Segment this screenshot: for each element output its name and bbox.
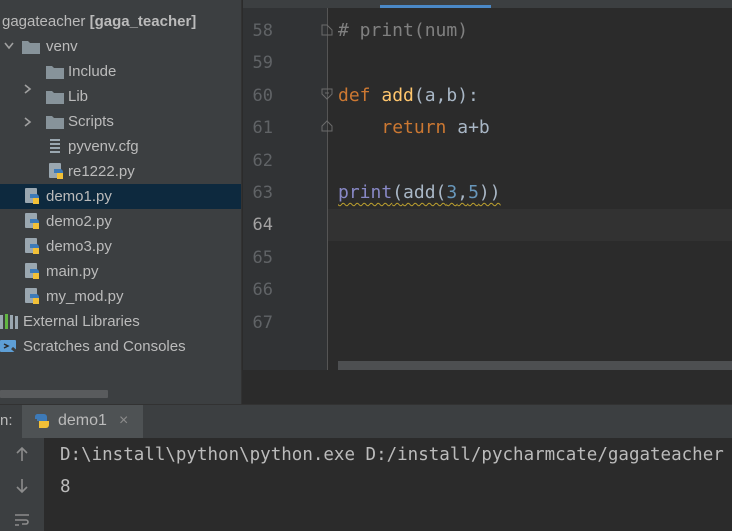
tree-item-label: demo3.py [46, 238, 112, 255]
tree-item-label: demo1.py [46, 188, 112, 205]
libraries-icon [0, 313, 18, 330]
line-number: 65 [252, 248, 273, 268]
code-line-58[interactable]: # print(num) [338, 15, 468, 47]
root-name: gagateacher [2, 13, 86, 30]
console-toolbar [0, 438, 44, 531]
chevron-down-icon[interactable] [4, 34, 14, 59]
current-line-highlight [328, 209, 732, 241]
line-number: 61 [252, 118, 273, 138]
call-token: add( [403, 182, 447, 203]
folder-icon [46, 88, 64, 105]
number-token: 3 [446, 182, 458, 203]
line-number: 63 [252, 183, 273, 203]
tree-item-label: Lib [68, 88, 89, 105]
run-console[interactable]: D:\install\python\python.exe D:/install/… [0, 438, 732, 531]
tree-item-label: demo2.py [46, 213, 112, 230]
line-number: 62 [252, 151, 273, 171]
tree-item-label: main.py [46, 263, 99, 280]
root-module: [gaga_teacher] [89, 13, 197, 30]
active-tab-indicator [380, 5, 491, 8]
tree-item-label: Include [68, 63, 117, 80]
python-file-icon [34, 413, 52, 430]
line-number-current: 64 [252, 215, 273, 235]
soft-wrap-icon[interactable] [12, 512, 32, 531]
project-tool-window: gagateacher [gaga_teacher] venv Include … [0, 0, 242, 404]
tree-item-label: Scratches and Consoles [23, 338, 186, 355]
paren-token: )) [478, 182, 501, 203]
gutter-separator [327, 8, 328, 370]
python-file-icon [24, 188, 42, 205]
editor-bottom-area [243, 370, 732, 404]
run-label: n: [0, 412, 13, 429]
tree-item-label: re1222.py [68, 163, 135, 180]
chevron-right-icon[interactable] [24, 109, 34, 134]
keyword-token: return [381, 117, 447, 138]
tree-item-label: pyvenv.cfg [68, 138, 139, 155]
paren-token: ( [392, 182, 404, 203]
comment-token: # print(num) [338, 20, 469, 41]
python-file-icon [24, 288, 42, 305]
params-token: (a,b): [413, 85, 479, 106]
tree-item-label: venv [46, 38, 78, 55]
folder-icon [46, 63, 64, 80]
project-horizontal-scrollbar[interactable] [0, 390, 108, 398]
tree-item-lib[interactable]: Lib [0, 84, 242, 109]
function-name-token: add [381, 85, 414, 106]
project-divider[interactable] [241, 0, 242, 404]
line-number: 66 [252, 280, 273, 300]
tree-item-my-mod[interactable]: my_mod.py [0, 284, 242, 309]
tree-item-re1222[interactable]: re1222.py [0, 159, 242, 184]
line-number: 60 [252, 86, 273, 106]
keyword-token: def [338, 85, 371, 106]
arrow-up-icon[interactable] [12, 446, 32, 466]
comma-token: , [457, 182, 469, 203]
run-tool-window-header: n: demo1 × [0, 404, 732, 439]
config-file-icon [48, 138, 66, 155]
tree-item-label: Scripts [68, 113, 114, 130]
tree-item-scratches[interactable]: Scratches and Consoles [0, 334, 242, 359]
line-number: 58 [252, 21, 273, 41]
tree-item-demo1[interactable]: demo1.py [0, 184, 242, 209]
console-output-line: 8 [60, 477, 71, 497]
tree-item-label: my_mod.py [46, 288, 124, 305]
python-file-icon [48, 163, 66, 180]
tree-item-venv[interactable]: venv [0, 34, 242, 59]
folder-icon [46, 113, 64, 130]
fold-end-icon[interactable] [321, 24, 333, 36]
folder-icon [22, 38, 40, 55]
code-editor[interactable]: 58 59 60 61 62 63 64 65 66 67 # print(nu… [243, 0, 732, 404]
run-tab-label: demo1 [58, 412, 107, 429]
code-line-61[interactable]: return a+b [338, 112, 490, 144]
editor-horizontal-scrollbar[interactable] [338, 361, 732, 370]
code-line-63[interactable]: print(add(3,5)) [338, 177, 501, 209]
python-file-icon [24, 238, 42, 255]
run-tab-demo1[interactable]: demo1 × [22, 405, 143, 439]
code-line-60[interactable]: def add(a,b): [338, 80, 479, 112]
arrow-down-icon[interactable] [12, 478, 32, 498]
tree-item-scripts[interactable]: Scripts [0, 109, 242, 134]
tree-item-include[interactable]: Include [0, 59, 242, 84]
fold-end-icon[interactable] [321, 120, 333, 132]
tree-item-main[interactable]: main.py [0, 259, 242, 284]
tree-item-demo3[interactable]: demo3.py [0, 234, 242, 259]
tree-item-demo2[interactable]: demo2.py [0, 209, 242, 234]
python-file-icon [24, 263, 42, 280]
project-header-strip [0, 0, 242, 6]
line-number: 67 [252, 313, 273, 333]
chevron-right-icon[interactable] [24, 84, 34, 109]
number-token: 5 [468, 182, 479, 203]
line-number: 59 [252, 53, 273, 73]
scratches-icon [0, 338, 20, 356]
fold-start-icon[interactable] [321, 88, 333, 100]
tree-item-pyvenv-cfg[interactable]: pyvenv.cfg [0, 134, 242, 159]
python-file-icon [24, 213, 42, 230]
tree-item-external-libraries[interactable]: External Libraries [0, 309, 242, 334]
tree-root-gagateacher[interactable]: gagateacher [gaga_teacher] [0, 9, 242, 34]
tree-item-label: External Libraries [23, 313, 140, 330]
builtin-token: print [338, 182, 393, 203]
console-output-line: D:\install\python\python.exe D:/install/… [60, 445, 724, 465]
expression-token: a+b [457, 117, 490, 138]
close-icon[interactable]: × [119, 412, 128, 430]
